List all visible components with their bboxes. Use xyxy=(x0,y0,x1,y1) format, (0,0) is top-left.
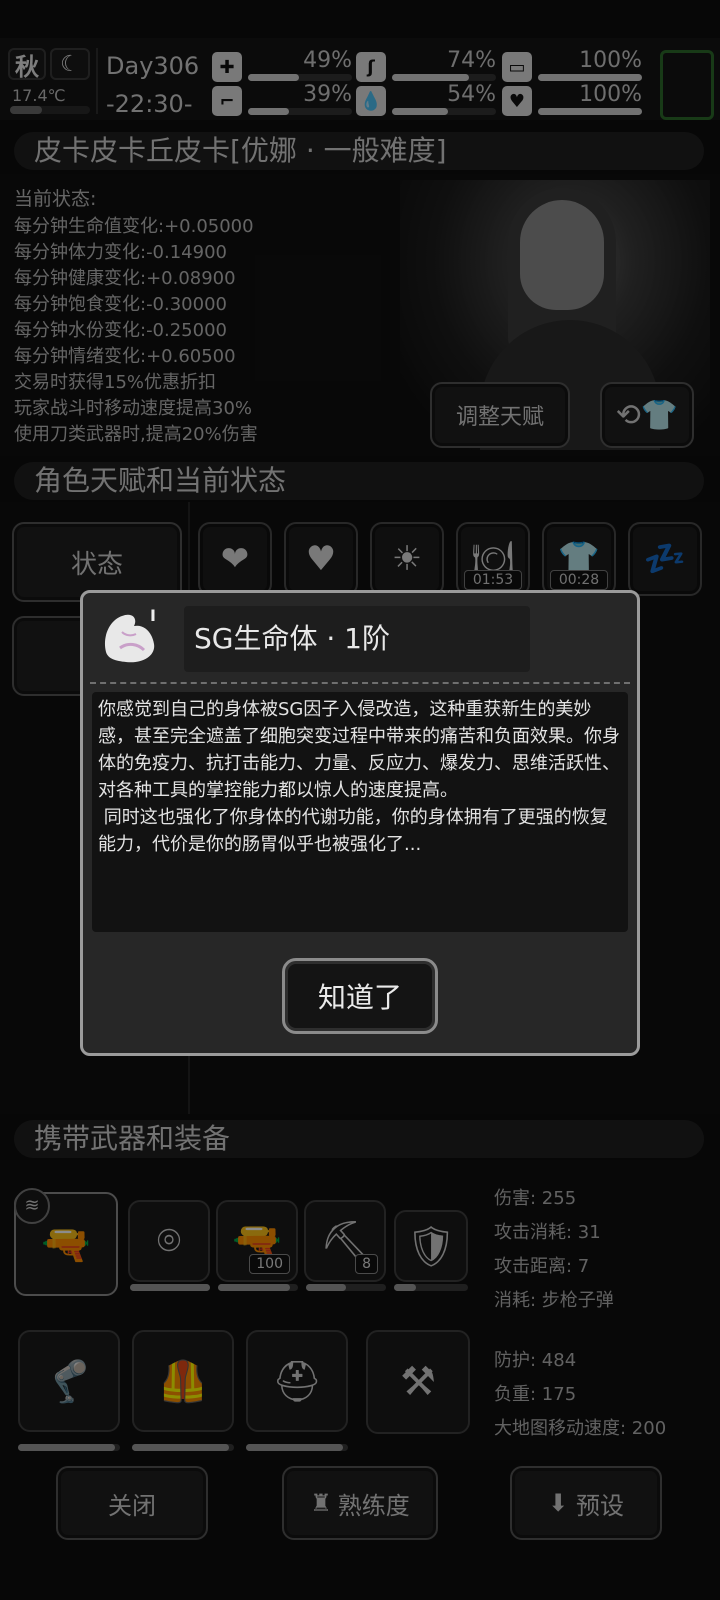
divider xyxy=(90,682,630,684)
tier-badge: I xyxy=(150,606,156,625)
muscle-arm-icon xyxy=(92,602,172,672)
dialog-body: 你感觉到自己的身体被SG因子入侵改造，这种重获新生的美妙感，甚至完全遮盖了细胞突… xyxy=(92,692,628,932)
dialog-title: SG生命体 · 1阶 xyxy=(184,606,530,672)
ok-button[interactable]: 知道了 xyxy=(282,958,438,1034)
